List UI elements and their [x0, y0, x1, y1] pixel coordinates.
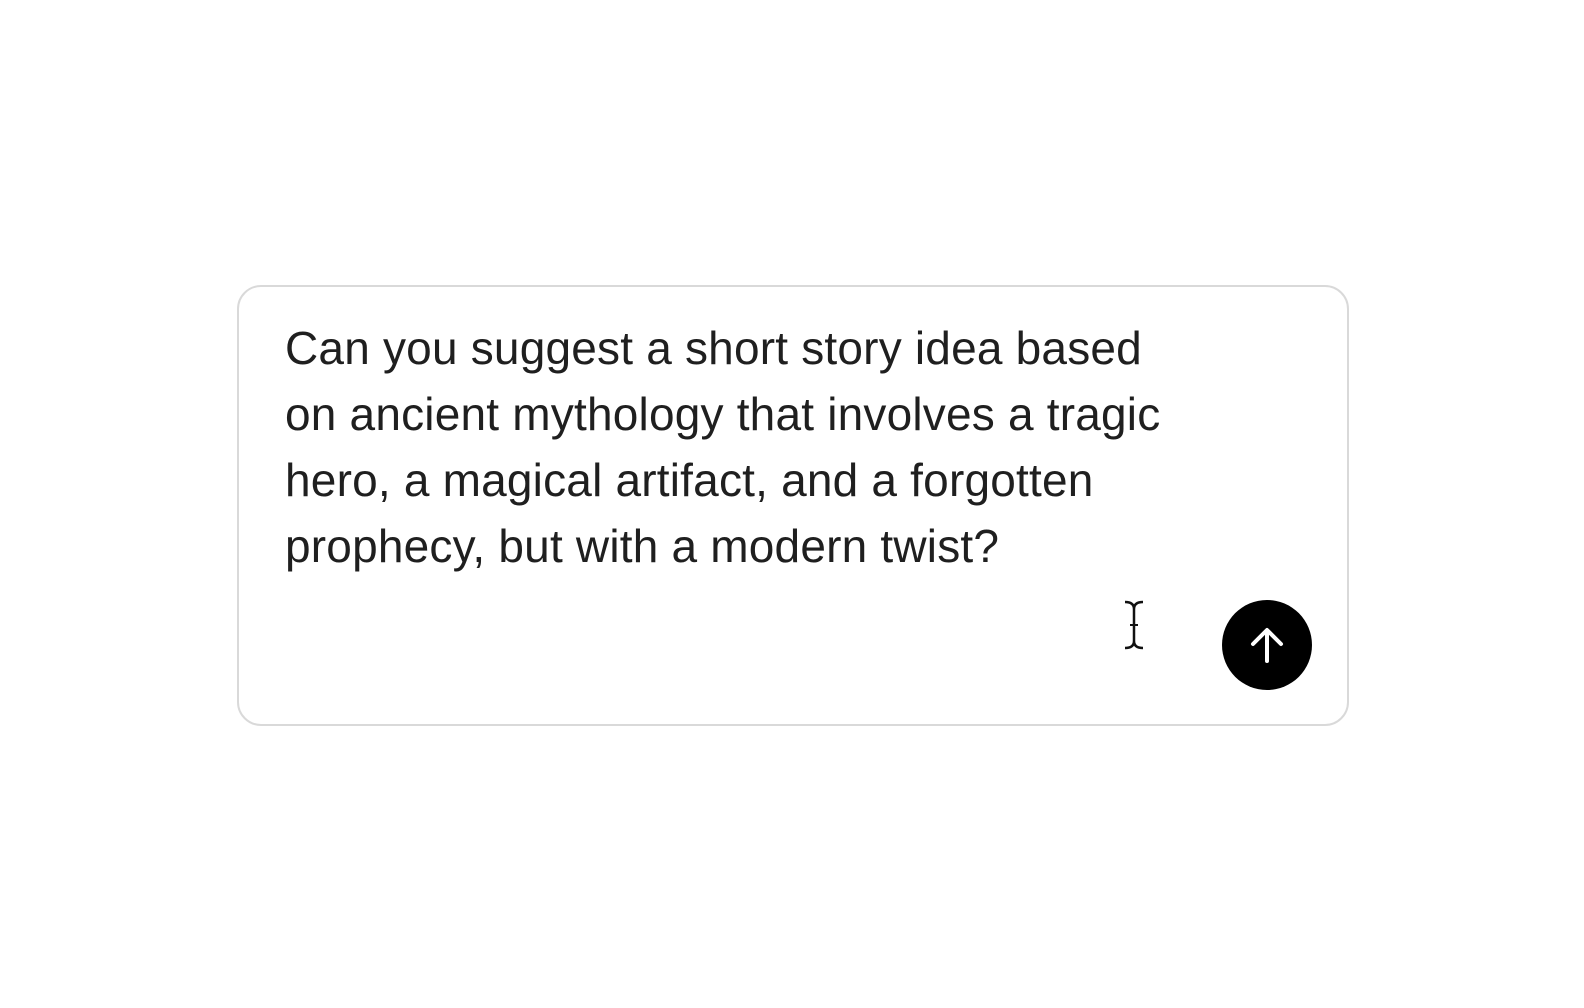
- prompt-composer[interactable]: Can you suggest a short story idea based…: [237, 285, 1349, 726]
- text-cursor-icon: [1124, 600, 1144, 650]
- prompt-input-text[interactable]: Can you suggest a short story idea based…: [285, 315, 1285, 579]
- arrow-up-icon: [1251, 628, 1283, 663]
- send-button[interactable]: [1222, 600, 1312, 690]
